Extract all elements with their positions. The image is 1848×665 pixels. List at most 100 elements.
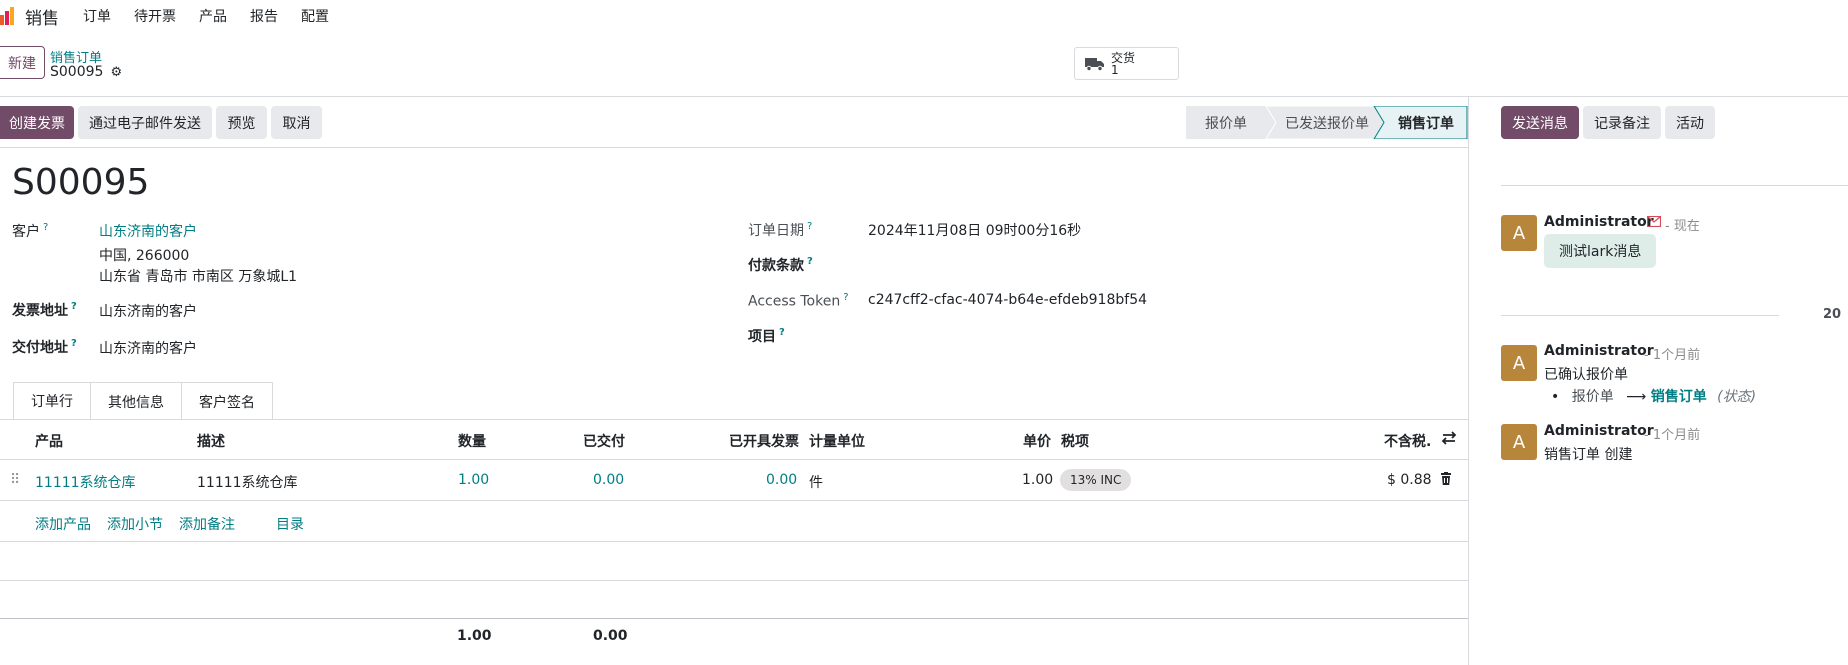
gear-icon[interactable]: ⚙ — [110, 65, 122, 80]
col-invoiced[interactable]: 已开具发票 — [729, 431, 799, 451]
help-icon: ? — [71, 338, 77, 350]
invoice-address-field[interactable]: 山东济南的客户 — [99, 301, 197, 321]
preview-button[interactable]: 预览 — [216, 106, 267, 139]
statusbar: 创建发票 通过电子邮件发送 预览 取消 报价单 已发送报价单 销售订单 — [0, 97, 1468, 148]
row-invoiced: 0.00 — [766, 472, 798, 488]
payment-terms-label: 付款条款? — [748, 256, 813, 274]
avatar[interactable]: A — [1501, 215, 1537, 251]
row-product[interactable]: 11111系统仓库 — [35, 472, 136, 492]
change-field: (状态) — [1717, 389, 1757, 405]
help-icon: ? — [43, 222, 49, 234]
col-unit-price[interactable]: 单价 — [1023, 431, 1051, 451]
add-section-link[interactable]: 添加小节 — [107, 514, 163, 534]
col-quantity[interactable]: 数量 — [458, 431, 486, 451]
chatter-divider — [1501, 185, 1848, 186]
table-row[interactable]: ⠿ 11111系统仓库 11111系统仓库 1.00 0.00 0.00 件 1… — [0, 461, 1468, 501]
message-author[interactable]: Administrator — [1544, 423, 1654, 439]
stage-quotation[interactable]: 报价单 — [1186, 106, 1266, 139]
tab-other-info[interactable]: 其他信息 — [90, 382, 182, 420]
col-uom[interactable]: 计量单位 — [809, 431, 865, 451]
form-sheet: S00095 客户? 山东济南的客户 中国, 266000 山东省 青岛市 市南… — [0, 148, 1468, 665]
message-body: 销售订单 创建 — [1544, 447, 1633, 463]
tab-customer-signature[interactable]: 客户签名 — [181, 382, 273, 420]
delivery-count: 1 — [1111, 62, 1119, 77]
chatter-panel: 发送消息 记录备注 活动 A Administrator - 现在 测试lark… — [1468, 97, 1848, 665]
empty-row — [0, 543, 1468, 581]
col-product[interactable]: 产品 — [35, 431, 63, 451]
customer-address-line1: 中国, 266000 — [99, 248, 190, 264]
order-date-label: 订单日期? — [748, 221, 813, 239]
top-navbar: 销售 订单 待开票 产品 报告 配置 — [0, 0, 1848, 32]
message-time: - 现在 — [1665, 219, 1700, 234]
new-button[interactable]: 新建 — [0, 46, 45, 79]
record-name: S00095 — [50, 64, 104, 80]
log-note-button[interactable]: 记录备注 — [1583, 106, 1661, 139]
nav-configuration[interactable]: 配置 — [301, 6, 329, 26]
message-author[interactable]: Administrator — [1544, 214, 1654, 230]
customer-label: 客户? — [12, 222, 49, 240]
trash-icon[interactable] — [1440, 472, 1452, 489]
message-author[interactable]: Administrator — [1544, 343, 1654, 359]
col-delivered[interactable]: 已交付 — [583, 431, 625, 451]
avatar[interactable]: A — [1501, 345, 1537, 381]
optional-columns-icon[interactable] — [1441, 430, 1457, 450]
send-email-button[interactable]: 通过电子邮件发送 — [78, 106, 212, 139]
row-uom[interactable]: 件 — [809, 472, 823, 492]
help-icon: ? — [807, 256, 813, 268]
access-token-field[interactable]: c247cff2-cfac-4074-b64e-efdeb918bf54 — [868, 292, 1147, 308]
nav-orders[interactable]: 订单 — [83, 6, 111, 26]
row-description[interactable]: 11111系统仓库 — [197, 472, 298, 492]
help-icon: ? — [71, 301, 77, 313]
message-time: - 1个月前 — [1644, 348, 1701, 363]
total-quantity: 1.00 — [457, 628, 492, 644]
access-token-label: Access Token? — [748, 292, 849, 310]
date-separator: 20 — [1823, 307, 1842, 322]
truck-icon — [1085, 57, 1105, 71]
customer-field[interactable]: 山东济南的客户 — [99, 221, 197, 241]
row-delivered[interactable]: 0.00 — [593, 472, 624, 488]
invoice-address-label: 发票地址? — [12, 301, 77, 319]
date-separator-line — [1501, 315, 1779, 316]
app-logo-icon[interactable] — [0, 7, 15, 25]
col-taxes[interactable]: 税项 — [1061, 431, 1089, 451]
help-icon: ? — [807, 221, 813, 233]
project-label: 项目? — [748, 327, 785, 345]
app-name[interactable]: 销售 — [25, 4, 59, 29]
col-description[interactable]: 描述 — [197, 431, 225, 451]
tab-order-lines[interactable]: 订单行 — [13, 382, 91, 420]
nav-products[interactable]: 产品 — [199, 6, 227, 26]
delivery-address-label: 交付地址? — [12, 338, 77, 356]
stage-quotation-sent[interactable]: 已发送报价单 — [1270, 106, 1384, 139]
row-quantity[interactable]: 1.00 — [458, 472, 489, 488]
add-note-link[interactable]: 添加备注 — [179, 514, 235, 534]
send-message-button[interactable]: 发送消息 — [1501, 106, 1579, 139]
totals-divider — [0, 618, 1468, 619]
total-delivered: 0.00 — [593, 628, 628, 644]
row-subtotal: $ 0.88 — [1387, 472, 1432, 488]
delivery-smart-button[interactable]: 交货 1 — [1074, 47, 1179, 80]
cancel-button[interactable]: 取消 — [271, 106, 322, 139]
activity-button[interactable]: 活动 — [1665, 106, 1715, 139]
catalog-link[interactable]: 目录 — [276, 514, 304, 534]
bullet: • — [1551, 389, 1560, 405]
tax-badge[interactable]: 13% INC — [1060, 469, 1132, 491]
avatar[interactable]: A — [1501, 424, 1537, 460]
create-invoice-button[interactable]: 创建发票 — [0, 106, 74, 139]
order-date-field[interactable]: 2024年11月08日 09时00分16秒 — [868, 220, 1081, 240]
nav-to-invoice[interactable]: 待开票 — [134, 6, 176, 26]
stage-sales-order[interactable]: 销售订单 — [1384, 106, 1468, 139]
page-title: S00095 — [12, 162, 150, 203]
arrow-right-icon: ⟶ — [1626, 389, 1647, 405]
delivery-address-field[interactable]: 山东济南的客户 — [99, 338, 197, 358]
row-unit-price[interactable]: 1.00 — [1022, 472, 1053, 488]
drag-handle-icon[interactable]: ⠿ — [10, 472, 20, 488]
help-icon: ? — [843, 292, 849, 303]
change-old-value: 报价单 — [1571, 389, 1614, 405]
tracking-change: • 报价单 ⟶ 销售订单 (状态) — [1551, 386, 1756, 406]
help-icon: ? — [779, 327, 785, 339]
change-new-value: 销售订单 — [1650, 389, 1707, 405]
nav-reporting[interactable]: 报告 — [250, 6, 278, 26]
breadcrumb-current: S00095 ⚙ — [50, 64, 122, 80]
add-product-link[interactable]: 添加产品 — [35, 514, 91, 534]
col-subtotal[interactable]: 不含税. — [1384, 431, 1431, 451]
